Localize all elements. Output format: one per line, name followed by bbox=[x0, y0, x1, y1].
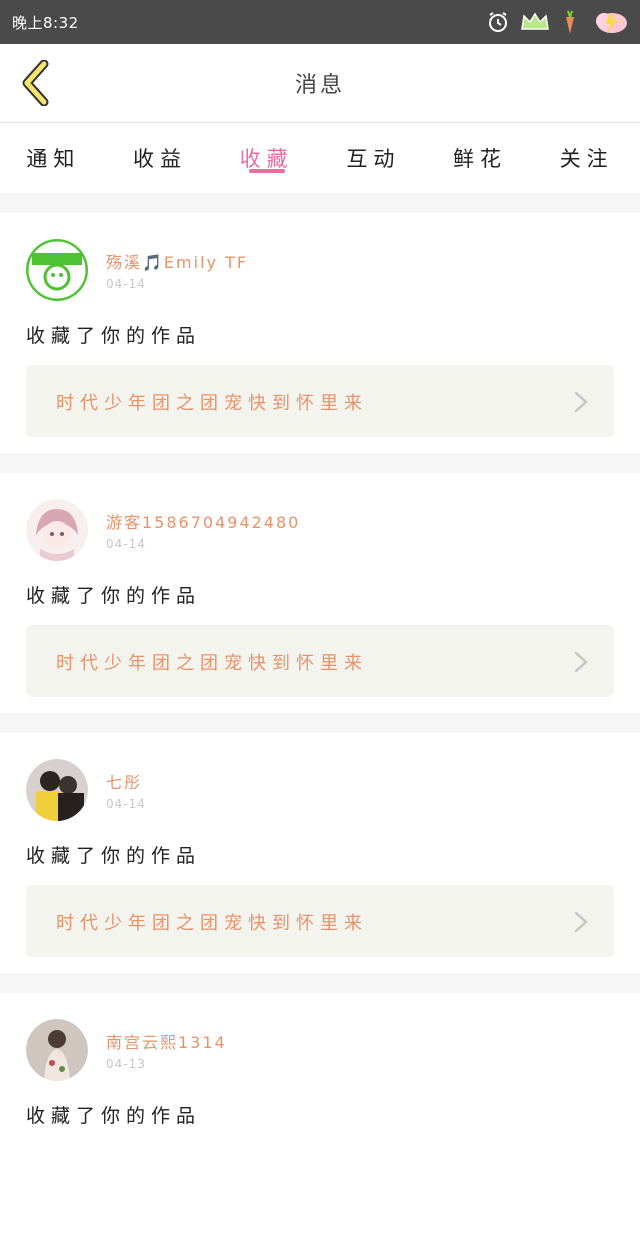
tab-notifications[interactable]: 通知 bbox=[0, 123, 107, 193]
status-icons bbox=[486, 8, 630, 36]
message-item: 南宫云熙1314 04-13 收藏了你的作品 bbox=[0, 993, 640, 1233]
avatar[interactable] bbox=[26, 1019, 88, 1081]
work-card[interactable]: 时代少年团之团宠快到怀里来 bbox=[26, 885, 614, 957]
action-text: 收藏了你的作品 bbox=[26, 325, 202, 347]
avatar[interactable] bbox=[26, 499, 88, 561]
weather-icon bbox=[590, 8, 630, 36]
user-name[interactable]: 殇溪🎵Emily TF bbox=[106, 249, 248, 273]
timestamp: 04-14 bbox=[106, 277, 146, 291]
message-list: 殇溪🎵Emily TF 04-14 收藏了你的作品 时代少年团之团宠快到怀里来 … bbox=[0, 193, 640, 1233]
timestamp: 04-13 bbox=[106, 1057, 146, 1071]
tab-favorites[interactable]: 收藏 bbox=[213, 123, 320, 193]
user-name[interactable]: 南宫云熙1314 bbox=[106, 1029, 227, 1053]
tab-bar: 通知 收益 收藏 互动 鲜花 关注 bbox=[0, 123, 640, 193]
message-item: 游客1586704942480 04-14 收藏了你的作品 时代少年团之团宠快到… bbox=[0, 473, 640, 713]
tab-earnings[interactable]: 收益 bbox=[107, 123, 214, 193]
message-item: 殇溪🎵Emily TF 04-14 收藏了你的作品 时代少年团之团宠快到怀里来 bbox=[0, 213, 640, 453]
timestamp: 04-14 bbox=[106, 537, 146, 551]
chevron-left-icon bbox=[22, 60, 49, 106]
work-card[interactable]: 时代少年团之团宠快到怀里来 bbox=[26, 365, 614, 437]
timestamp: 04-14 bbox=[106, 797, 146, 811]
alarm-icon bbox=[486, 10, 510, 34]
carrot-icon bbox=[560, 9, 580, 35]
avatar[interactable] bbox=[26, 239, 88, 301]
chevron-right-icon bbox=[574, 651, 588, 673]
chevron-right-icon bbox=[574, 391, 588, 413]
status-time: 晚上8:32 bbox=[12, 13, 79, 32]
tab-interactions[interactable]: 互动 bbox=[320, 123, 427, 193]
user-name[interactable]: 七彤 bbox=[106, 769, 142, 793]
back-button[interactable] bbox=[12, 58, 60, 108]
work-title: 时代少年团之团宠快到怀里来 bbox=[56, 393, 368, 414]
status-bar: 晚上8:32 bbox=[0, 0, 640, 44]
action-text: 收藏了你的作品 bbox=[26, 845, 202, 867]
nav-header: 消息 bbox=[0, 44, 640, 123]
message-item: 七彤 04-14 收藏了你的作品 时代少年团之团宠快到怀里来 bbox=[0, 733, 640, 973]
page-title: 消息 bbox=[294, 73, 345, 98]
work-title: 时代少年团之团宠快到怀里来 bbox=[56, 653, 368, 674]
user-name[interactable]: 游客1586704942480 bbox=[106, 509, 300, 533]
action-text: 收藏了你的作品 bbox=[26, 585, 202, 607]
work-title: 时代少年团之团宠快到怀里来 bbox=[56, 913, 368, 934]
action-text: 收藏了你的作品 bbox=[26, 1105, 202, 1127]
work-card[interactable]: 时代少年团之团宠快到怀里来 bbox=[26, 625, 614, 697]
avatar[interactable] bbox=[26, 759, 88, 821]
chevron-right-icon bbox=[574, 911, 588, 933]
tab-follows[interactable]: 关注 bbox=[533, 123, 640, 193]
tab-flowers[interactable]: 鲜花 bbox=[427, 123, 534, 193]
crown-icon bbox=[520, 11, 550, 33]
